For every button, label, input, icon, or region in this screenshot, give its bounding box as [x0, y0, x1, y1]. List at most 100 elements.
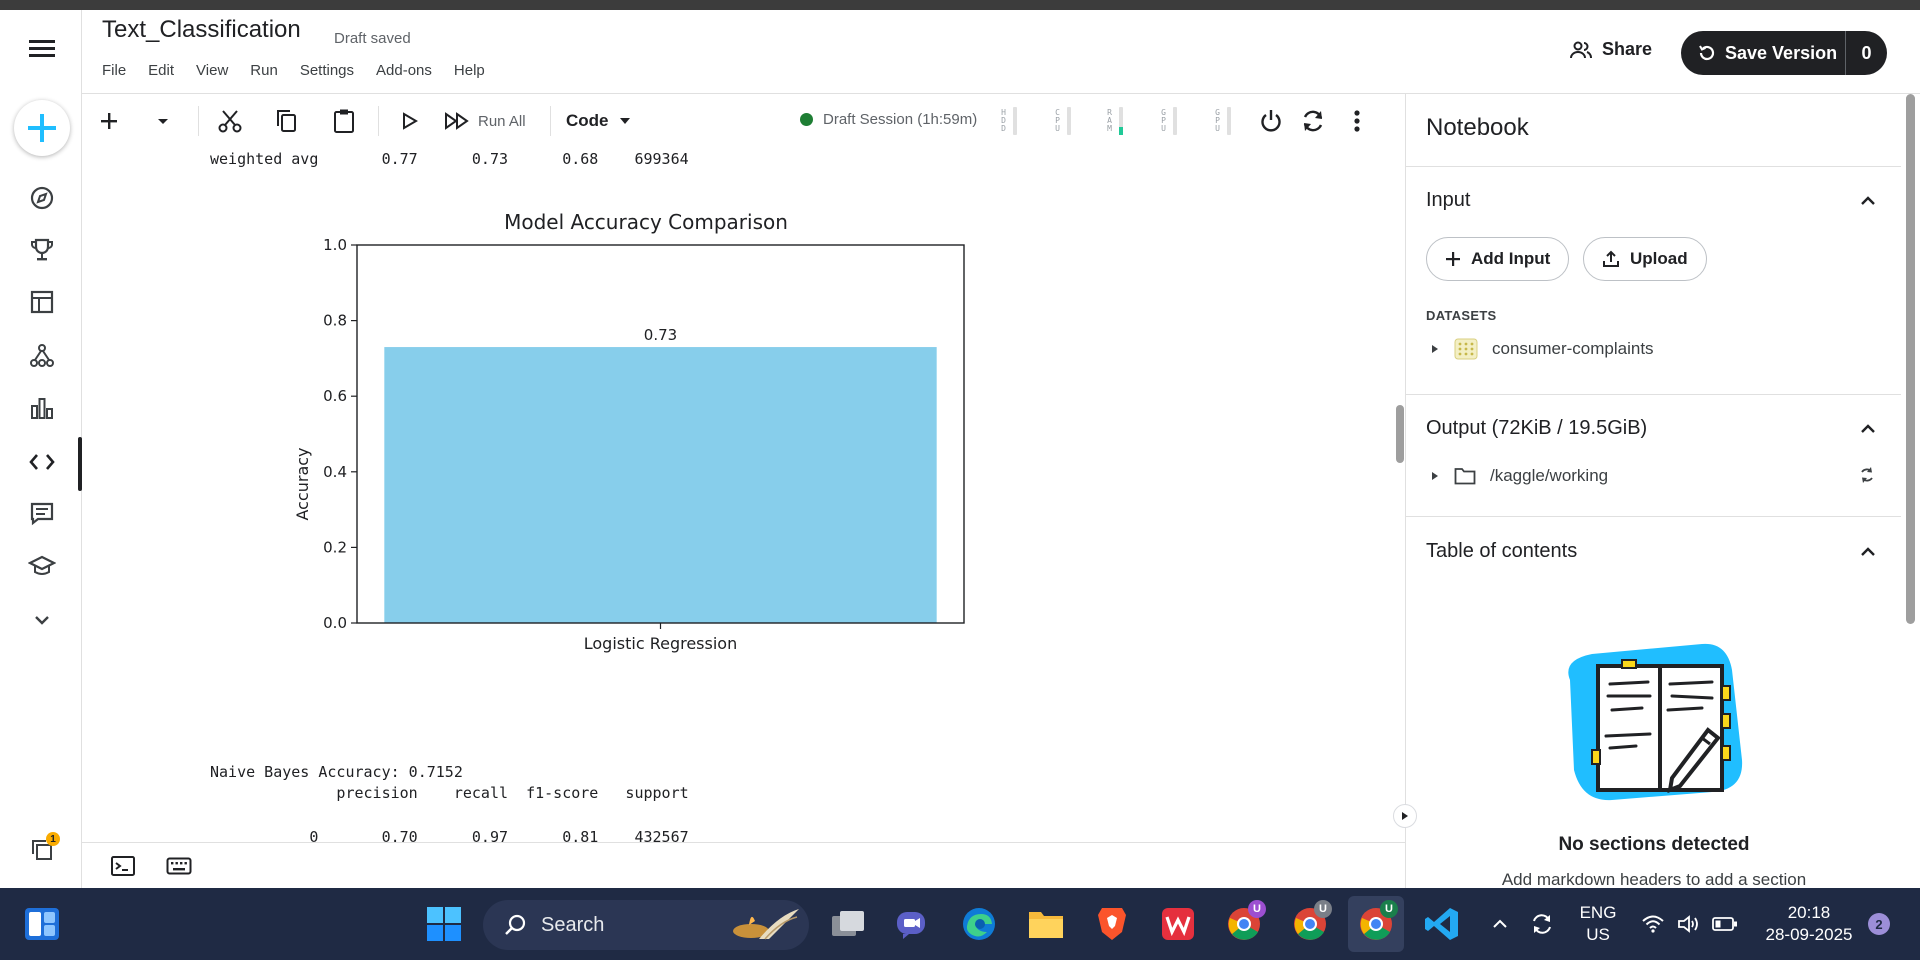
menu-view[interactable]: View	[196, 62, 228, 79]
vscode-icon[interactable]	[1420, 902, 1464, 946]
chart-ylabel: Accuracy	[293, 447, 312, 520]
models-icon[interactable]	[18, 336, 66, 376]
chevron-up-icon[interactable]	[1858, 191, 1878, 211]
version-count[interactable]: 0	[1846, 43, 1887, 64]
notebook-side-panel: Notebook Input Add Input Upload DATASETS…	[1405, 94, 1901, 888]
dataset-item[interactable]: consumer-complaints	[1430, 338, 1654, 360]
collapse-panel-button[interactable]	[1393, 804, 1417, 828]
power-icon[interactable]	[1254, 104, 1288, 138]
create-button[interactable]	[14, 100, 70, 156]
caret-right-icon[interactable]	[1430, 343, 1440, 355]
code-icon[interactable]	[18, 442, 66, 482]
notebook-illustration	[1568, 643, 1743, 801]
language-indicator[interactable]: ENG US	[1572, 902, 1624, 946]
keyboard-icon[interactable]	[162, 849, 196, 883]
session-label: Draft Session (1h:59m)	[823, 111, 978, 128]
trophy-icon[interactable]	[18, 230, 66, 270]
sync-icon[interactable]	[1526, 902, 1558, 946]
plus-icon	[1446, 252, 1460, 266]
widgets-icon[interactable]	[20, 902, 64, 946]
chart-y-tick-label: 0.8	[323, 312, 347, 330]
output-section-title[interactable]: Output (72KiB / 19.5GiB)	[1426, 417, 1647, 440]
empty-toc-title: No sections detected	[1558, 834, 1750, 855]
battery-icon[interactable]	[1710, 902, 1740, 946]
menu-addons[interactable]: Add-ons	[376, 62, 432, 79]
window-top-strip	[0, 0, 1920, 10]
chrome-profile-1-icon[interactable]: U	[1222, 900, 1266, 946]
run-all-button[interactable]: Run All	[444, 104, 544, 138]
task-view-icon[interactable]	[826, 902, 870, 946]
clock[interactable]: 20:18 28-09-2025	[1756, 902, 1862, 946]
wifi-icon[interactable]	[1638, 902, 1668, 946]
add-cell-icon[interactable]	[92, 104, 126, 138]
notebook-content[interactable]: weighted avg 0.77 0.73 0.68 699364 Model…	[82, 148, 1405, 842]
cell-type-select[interactable]: Code	[566, 104, 646, 138]
cut-icon[interactable]	[212, 104, 248, 138]
menu-help[interactable]: Help	[454, 62, 485, 79]
panel-scrollbar[interactable]	[1901, 94, 1920, 888]
run-cell-icon[interactable]	[392, 104, 426, 138]
add-input-button[interactable]: Add Input	[1426, 237, 1570, 281]
copies-icon[interactable]: 1	[18, 830, 66, 870]
gpu2-meter[interactable]: GPU	[1214, 106, 1231, 136]
share-button[interactable]: Share	[1570, 39, 1652, 60]
bar-chart-icon[interactable]	[18, 388, 66, 428]
terminal-icon[interactable]	[106, 849, 140, 883]
meet-icon[interactable]	[891, 902, 935, 946]
content-scrollbar[interactable]	[1396, 405, 1404, 463]
fast-forward-icon	[445, 112, 469, 130]
chrome-profile-2-icon[interactable]: U	[1288, 900, 1332, 946]
wps-office-icon[interactable]	[1156, 902, 1200, 946]
menu-run[interactable]: Run	[250, 62, 278, 79]
gpu-meter[interactable]: GPU	[1160, 106, 1177, 136]
upload-label: Upload	[1630, 249, 1688, 268]
discussion-icon[interactable]	[18, 494, 66, 534]
file-explorer-icon[interactable]	[1024, 902, 1068, 946]
output-folder-item[interactable]: /kaggle/working	[1430, 466, 1608, 486]
session-status-dot	[800, 113, 813, 126]
taskbar-search[interactable]: Search	[483, 900, 809, 950]
menu-file[interactable]: File	[102, 62, 126, 79]
toc-section-title[interactable]: Table of contents	[1426, 540, 1577, 563]
tray-chevron-up-icon[interactable]	[1488, 902, 1512, 946]
cpu-meter[interactable]: CPU	[1054, 106, 1071, 136]
input-section-title[interactable]: Input	[1426, 189, 1470, 212]
paste-icon[interactable]	[326, 104, 362, 138]
chart-y-tick-label: 0.2	[323, 538, 347, 556]
table-icon[interactable]	[18, 282, 66, 322]
brave-icon[interactable]	[1090, 902, 1134, 946]
more-options-icon[interactable]	[1340, 104, 1374, 138]
upload-button[interactable]: Upload	[1583, 237, 1707, 281]
datasets-label: DATASETS	[1426, 308, 1497, 323]
hamburger-menu-icon[interactable]	[18, 28, 66, 68]
volume-icon[interactable]	[1674, 902, 1704, 946]
refresh-icon[interactable]	[1858, 466, 1876, 484]
notification-badge[interactable]: 2	[1868, 913, 1890, 935]
output-line-header: precision recall f1-score support	[210, 784, 689, 802]
clock-time: 20:18	[1787, 903, 1831, 922]
save-version-button[interactable]: Save Version 0	[1681, 31, 1887, 75]
caret-right-icon[interactable]	[1430, 470, 1440, 482]
copy-icon[interactable]	[268, 104, 304, 138]
chevron-down-icon[interactable]	[18, 600, 66, 640]
start-icon[interactable]	[422, 902, 466, 946]
console-bar	[82, 842, 1405, 888]
cell-type-label: Code	[566, 111, 609, 130]
chart-y-tick-label: 1.0	[323, 236, 347, 254]
chrome-profile-3-icon[interactable]: U	[1354, 900, 1398, 946]
notebook-title[interactable]: Text_Classification	[102, 16, 301, 44]
menu-edit[interactable]: Edit	[148, 62, 174, 79]
chevron-up-icon[interactable]	[1858, 542, 1878, 562]
hdd-meter[interactable]: HDD	[1000, 106, 1017, 136]
people-icon	[1570, 41, 1592, 58]
accuracy-chart: Model Accuracy Comparison 0.73 Logistic R…	[293, 210, 965, 653]
menu-settings[interactable]: Settings	[300, 62, 354, 79]
add-cell-dropdown-icon[interactable]	[146, 104, 180, 138]
compass-icon[interactable]	[18, 178, 66, 218]
edge-icon[interactable]	[957, 902, 1001, 946]
restart-icon[interactable]	[1296, 104, 1330, 138]
learn-icon[interactable]	[18, 546, 66, 586]
session-status[interactable]: Draft Session (1h:59m)	[800, 111, 977, 128]
chevron-up-icon[interactable]	[1858, 419, 1878, 439]
ram-meter[interactable]: RAM	[1106, 106, 1123, 136]
